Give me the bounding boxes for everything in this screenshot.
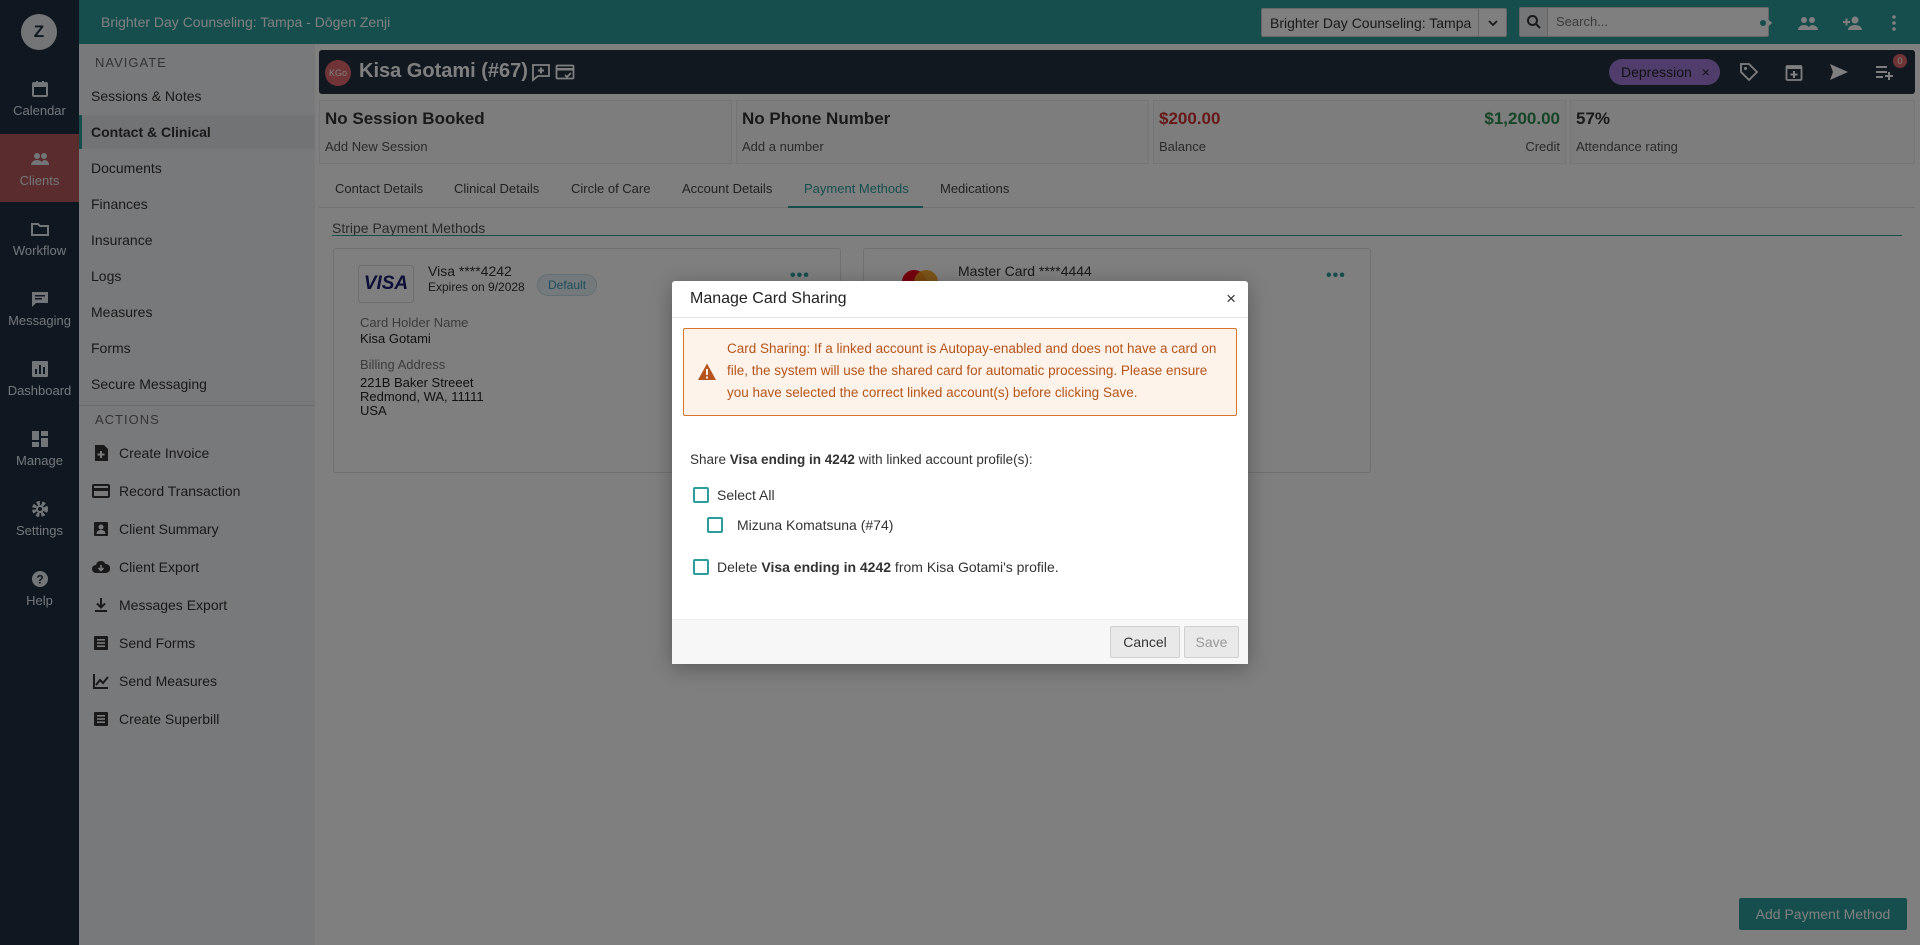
- card-identifier: Visa ending in 4242: [729, 452, 855, 467]
- save-button[interactable]: Save: [1184, 626, 1239, 658]
- manage-card-sharing-modal: Manage Card Sharing × Card Sharing: If a…: [672, 281, 1248, 664]
- card-identifier: Visa ending in 4242: [761, 559, 892, 575]
- linked-profile-checkbox[interactable]: [707, 517, 723, 533]
- share-suffix: with linked account profile(s):: [854, 452, 1033, 467]
- modal-footer: Cancel Save: [672, 619, 1248, 664]
- warning-icon: [698, 363, 716, 380]
- select-all-row[interactable]: Select All: [693, 487, 775, 503]
- modal-header: Manage Card Sharing ×: [672, 281, 1248, 318]
- alert-message: Card Sharing: If a linked account is Aut…: [727, 341, 1217, 400]
- close-icon[interactable]: ×: [1226, 289, 1236, 309]
- delete-suffix: from Kisa Gotami's profile.: [891, 559, 1059, 575]
- cancel-button[interactable]: Cancel: [1110, 626, 1180, 658]
- delete-card-label: Delete Visa ending in 4242 from Kisa Got…: [717, 559, 1059, 575]
- linked-profile-row[interactable]: Mizuna Komatsuna (#74): [707, 517, 893, 533]
- delete-prefix: Delete: [717, 559, 762, 575]
- delete-card-checkbox[interactable]: [693, 559, 709, 575]
- card-sharing-alert: Card Sharing: If a linked account is Aut…: [683, 328, 1237, 416]
- modal-title: Manage Card Sharing: [690, 290, 847, 307]
- linked-profile-label: Mizuna Komatsuna (#74): [737, 517, 894, 533]
- select-all-label: Select All: [717, 487, 775, 503]
- select-all-checkbox[interactable]: [693, 487, 709, 503]
- delete-card-row[interactable]: Delete Visa ending in 4242 from Kisa Got…: [693, 559, 1059, 575]
- share-description: Share Visa ending in 4242 with linked ac…: [690, 452, 1033, 467]
- share-prefix: Share: [690, 452, 730, 467]
